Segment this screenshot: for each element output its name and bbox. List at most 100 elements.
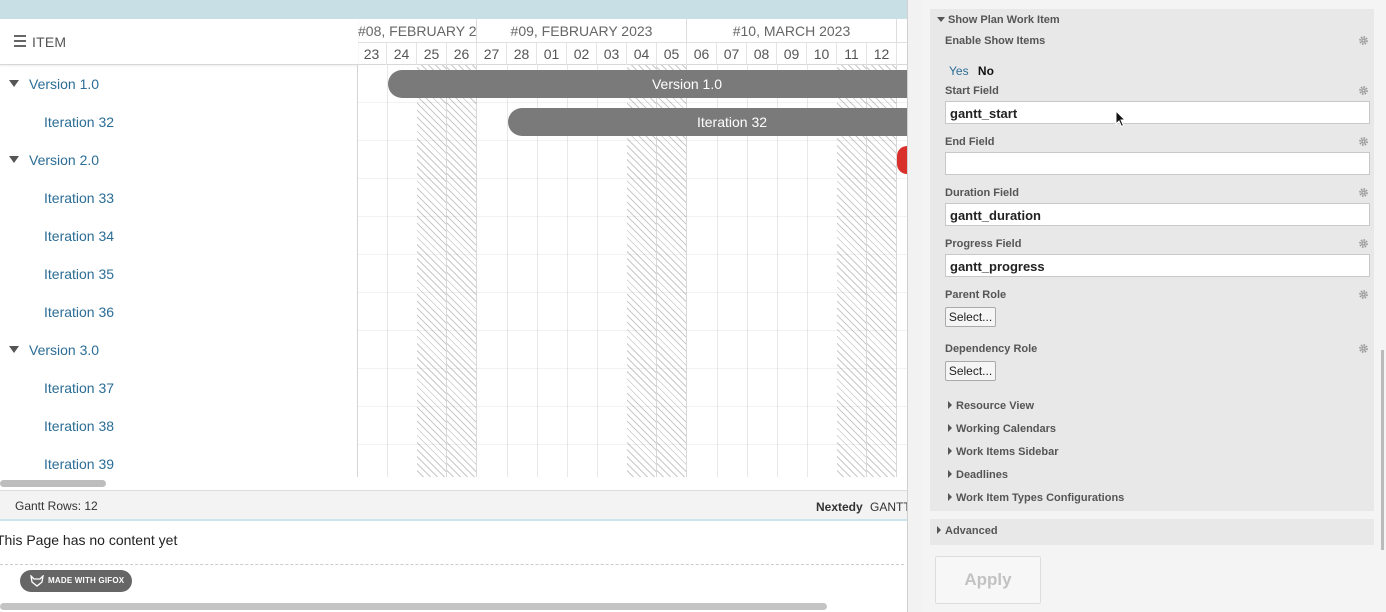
grid-row-iteration-38[interactable]: Iteration 38 xyxy=(0,407,358,445)
resource-view-toggle[interactable]: Resource View xyxy=(948,400,1034,412)
section-title: Show Plan Work Item xyxy=(948,14,1060,26)
day-gridline xyxy=(387,65,388,477)
day-gridline xyxy=(507,65,508,477)
gear-icon[interactable] xyxy=(1358,85,1369,96)
progress-field-input[interactable]: gantt_progress xyxy=(945,254,1370,277)
grid-row-iteration-33[interactable]: Iteration 33 xyxy=(0,179,358,217)
grid-row-version-3[interactable]: Version 3.0 xyxy=(0,331,358,369)
work-items-sidebar-toggle[interactable]: Work Items Sidebar xyxy=(948,446,1059,458)
grid-horizontal-scrollbar[interactable] xyxy=(0,480,106,487)
menu-icon[interactable] xyxy=(14,35,26,47)
grid-row-version-2[interactable]: Version 2.0 xyxy=(0,141,358,179)
grid-row-iteration-35[interactable]: Iteration 35 xyxy=(0,255,358,293)
subsection-label: Work Items Sidebar xyxy=(956,446,1059,458)
gantt-pane: ITEM Version 1.0 Iteration 32 Version 2.… xyxy=(0,0,907,612)
day-header: 11 xyxy=(837,43,867,65)
row-label[interactable]: Iteration 39 xyxy=(44,456,114,472)
grid-row-iteration-39[interactable]: Iteration 39 xyxy=(0,445,358,483)
grid-row-iteration-32[interactable]: Iteration 32 xyxy=(0,103,358,141)
day-header: 28 xyxy=(507,43,537,65)
caret-right-icon xyxy=(948,401,952,409)
item-column-label: ITEM xyxy=(32,34,67,50)
parent-role-label: Parent Role xyxy=(945,289,1007,301)
duration-field-label: Duration Field xyxy=(945,187,1019,199)
gear-icon[interactable] xyxy=(1358,343,1369,354)
gantt-bar[interactable]: Version 1.0 xyxy=(388,70,907,98)
working-calendars-toggle[interactable]: Working Calendars xyxy=(948,423,1056,435)
day-header: 06 xyxy=(687,43,717,65)
show-plan-work-item-section: Show Plan Work Item Enable Show Items Ye… xyxy=(930,9,1374,511)
grid-row-iteration-34[interactable]: Iteration 34 xyxy=(0,217,358,255)
gear-icon[interactable] xyxy=(1358,238,1369,249)
start-field-input[interactable]: gantt_start xyxy=(945,101,1370,124)
grid-row-iteration-37[interactable]: Iteration 37 xyxy=(0,369,358,407)
panel-scrollbar[interactable] xyxy=(1381,350,1384,550)
caret-right-icon xyxy=(948,424,952,432)
gantt-bar-label: Version 1.0 xyxy=(651,76,723,92)
mouse-cursor-icon xyxy=(1115,110,1127,128)
no-option[interactable]: No xyxy=(978,64,994,78)
section-toggle[interactable]: Show Plan Work Item xyxy=(937,14,1060,26)
dependency-role-select-button[interactable]: Select... xyxy=(945,361,996,381)
row-label[interactable]: Iteration 35 xyxy=(44,266,114,282)
gear-icon[interactable] xyxy=(1358,289,1369,300)
grid-row-version-1[interactable]: Version 1.0 xyxy=(0,65,358,103)
row-gridline xyxy=(358,368,907,369)
settings-panel: Show Plan Work Item Enable Show Items Ye… xyxy=(921,0,1386,612)
row-label[interactable]: Iteration 36 xyxy=(44,304,114,320)
parent-role-select-button[interactable]: Select... xyxy=(945,307,996,327)
week-header: #09, FEBRUARY 2023 xyxy=(477,19,687,42)
row-label[interactable]: Iteration 32 xyxy=(44,114,114,130)
deadlines-toggle[interactable]: Deadlines xyxy=(948,469,1008,481)
fox-icon xyxy=(30,575,44,587)
gantt-bar[interactable]: Iteration 32 xyxy=(508,108,907,136)
caret-right-icon xyxy=(948,447,952,455)
row-label[interactable]: Iteration 37 xyxy=(44,380,114,396)
gantt-toolbar-strip xyxy=(0,0,907,19)
grid-header: ITEM xyxy=(0,19,358,65)
row-label[interactable]: Version 3.0 xyxy=(29,342,99,358)
row-label[interactable]: Version 2.0 xyxy=(29,152,99,168)
day-header: 10 xyxy=(807,43,837,65)
gear-icon[interactable] xyxy=(1358,136,1369,147)
grid-row-iteration-36[interactable]: Iteration 36 xyxy=(0,293,358,331)
row-label[interactable]: Version 1.0 xyxy=(29,76,99,92)
apply-button[interactable]: Apply xyxy=(935,556,1041,604)
gantt-footer: Gantt Rows: 12 Nextedy GANTT xyxy=(0,490,907,521)
gear-icon[interactable] xyxy=(1358,35,1369,46)
day-header: 02 xyxy=(567,43,597,65)
weekend-hatch xyxy=(417,65,447,477)
row-gridline xyxy=(358,254,907,255)
app-root: ITEM Version 1.0 Iteration 32 Version 2.… xyxy=(0,0,1386,612)
row-label[interactable]: Iteration 38 xyxy=(44,418,114,434)
collapse-triangle-icon[interactable] xyxy=(9,346,19,353)
day-header: 01 xyxy=(537,43,567,65)
dependency-role-label: Dependency Role xyxy=(945,343,1038,355)
end-field-label: End Field xyxy=(945,136,995,148)
pane-splitter[interactable] xyxy=(907,0,921,612)
row-label[interactable]: Iteration 33 xyxy=(44,190,114,206)
duration-field-input[interactable]: gantt_duration xyxy=(945,203,1370,226)
gear-icon[interactable] xyxy=(1358,187,1369,198)
yes-option[interactable]: Yes xyxy=(949,64,969,78)
milestone-bar[interactable] xyxy=(897,146,907,174)
day-header: 04 xyxy=(627,43,657,65)
collapse-triangle-icon[interactable] xyxy=(9,80,19,87)
advanced-section-toggle[interactable]: Advanced xyxy=(930,519,1374,545)
day-header: 25 xyxy=(417,43,447,65)
day-header: 27 xyxy=(477,43,507,65)
day-header: 24 xyxy=(387,43,417,65)
caret-right-icon xyxy=(948,470,952,478)
week-header: #10, MARCH 2023 xyxy=(687,19,897,42)
end-field-input[interactable] xyxy=(945,152,1370,175)
row-gridline xyxy=(358,444,907,445)
day-header: 23 xyxy=(358,43,387,65)
row-gridline xyxy=(358,102,907,103)
dashed-divider xyxy=(0,564,904,565)
progress-field-label: Progress Field xyxy=(945,238,1022,250)
collapse-triangle-icon[interactable] xyxy=(9,156,19,163)
subsection-label: Deadlines xyxy=(956,469,1008,481)
row-label[interactable]: Iteration 34 xyxy=(44,228,114,244)
page-horizontal-scrollbar[interactable] xyxy=(0,603,827,610)
work-item-types-configurations-toggle[interactable]: Work Item Types Configurations xyxy=(948,492,1124,504)
